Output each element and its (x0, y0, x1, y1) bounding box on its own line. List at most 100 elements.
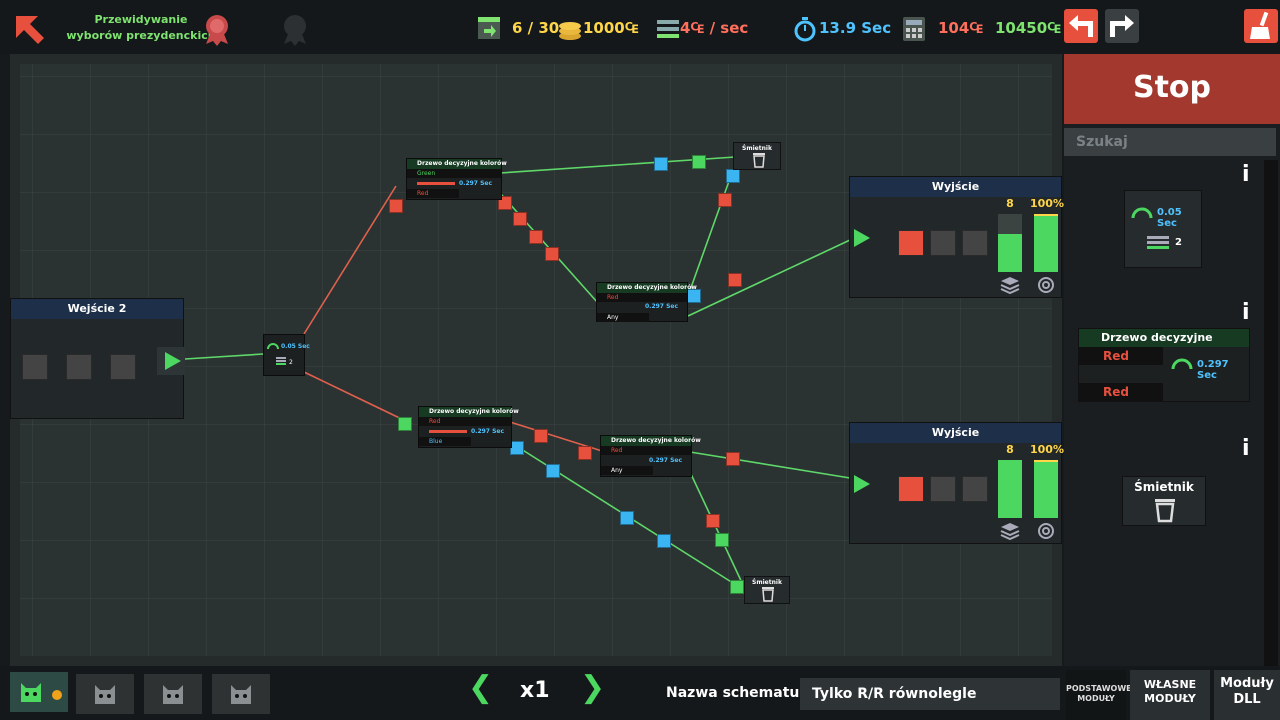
packet-blue (726, 169, 740, 183)
trash-icon (1155, 499, 1175, 523)
calculator-icon (903, 17, 925, 41)
palette-splitter-count: 2 (1175, 237, 1182, 248)
output-fill-bar (998, 214, 1022, 272)
palette-tree[interactable]: Drzewo decyzyjne kolorów Red Red 0.297 S… (1078, 328, 1250, 402)
tree-output-2: Blue (419, 437, 471, 446)
tab-dll-modules[interactable]: Moduły DLL (1214, 670, 1280, 720)
stack-icon (1147, 236, 1169, 249)
award-rosette-icon (206, 15, 228, 46)
trash-node-bottom[interactable]: Śmietnik (744, 576, 790, 604)
output-count: 8 (1006, 443, 1014, 456)
tree-node-top-left[interactable]: Drzewo decyzyjne kolorów Green Red 0.297… (406, 158, 507, 200)
output-node-bottom[interactable]: Wyjście 8 100% (849, 422, 1064, 544)
robot-cat-icon (95, 685, 115, 704)
input-node-title: Wejście 2 (11, 299, 183, 319)
module-count: 6 / 30 (512, 19, 560, 37)
active-dot-icon (52, 690, 62, 700)
tree-node-bottom-left[interactable]: Drzewo decyzyjne kolorów Red Blue 0.297 … (418, 406, 519, 448)
speed-increase-button[interactable]: ❯ (580, 670, 605, 705)
locked-award-icon (284, 15, 306, 46)
palette-splitter-speed: 0.05 Sec (1157, 207, 1182, 229)
schema-name-input[interactable]: Tylko R/R równolegle (800, 678, 1060, 710)
speed-decrease-button[interactable]: ❮ (468, 670, 493, 705)
trash-icon (762, 587, 774, 602)
info-icon[interactable]: i (1242, 300, 1250, 325)
target-icon (1038, 523, 1054, 539)
total-value: 10450₠ (995, 19, 1062, 37)
back-arrow-icon[interactable] (12, 12, 46, 46)
tree-node-title: Drzewo decyzyjne kolorów (419, 407, 519, 417)
packet-green (692, 155, 706, 169)
undo-button[interactable] (1064, 9, 1098, 43)
input-node[interactable]: Wejście 2 (10, 298, 185, 419)
stopwatch-icon (794, 17, 816, 42)
search-input[interactable]: Szukaj (1064, 128, 1276, 156)
tab-custom-modules[interactable]: WŁASNE MODUŁY (1130, 670, 1210, 720)
palette-tree-out1: Red (1079, 347, 1163, 365)
schema-slot-4[interactable] (212, 674, 270, 714)
packet-blue (657, 534, 671, 548)
splitter-count: 2 (289, 359, 293, 366)
tab-basic-modules[interactable]: PODSTAWOWE MODUŁY (1066, 670, 1132, 720)
input-port-arrow-icon[interactable] (854, 475, 870, 493)
palette-trash-title: Śmietnik (1134, 480, 1194, 494)
tree-speed: 0.297 Sec (649, 457, 683, 464)
info-icon[interactable]: i (1242, 162, 1250, 187)
palette-tree-speed: 0.297 Sec (1197, 359, 1229, 381)
tree-node-bottom-right[interactable]: Drzewo decyzyjne kolorów Red Any 0.297 S… (600, 435, 701, 477)
packet-red (578, 446, 592, 460)
tree-output-1: Green (407, 169, 501, 178)
robot-cat-icon (231, 685, 251, 704)
palette-scrollbar[interactable] (1264, 160, 1278, 666)
robot-cat-icon (21, 683, 41, 702)
cost-rate: 4₠ / sec (680, 19, 749, 37)
packet-blue (620, 511, 634, 525)
trash-node-top[interactable]: Śmietnik (733, 142, 781, 170)
tree-node-title: Drzewo decyzyjne kolorów (597, 283, 697, 293)
palette-trash[interactable]: Śmietnik (1122, 476, 1206, 526)
packet-green (398, 417, 412, 431)
tree-output-2: Any (597, 313, 649, 322)
output-port-arrow-icon[interactable] (165, 352, 181, 370)
tree-output-1: Red (419, 417, 511, 426)
schema-slot-3[interactable] (144, 674, 202, 714)
output-slot-filled (898, 230, 924, 256)
tree-output-1: Red (601, 446, 691, 455)
packet-blue (510, 441, 524, 455)
output-slot (962, 476, 988, 502)
output-slot (930, 476, 956, 502)
output-slot (930, 230, 956, 256)
time-value: 13.9 Sec (819, 19, 892, 37)
input-slot (110, 354, 136, 380)
schema-slot-2[interactable] (76, 674, 134, 714)
packet-red (513, 212, 527, 226)
trash-title: Śmietnik (742, 145, 772, 152)
output-percent: 100% (1030, 443, 1064, 456)
splitter-node[interactable]: 0.05 Sec 2 (263, 334, 310, 376)
tree-output-1: Red (597, 293, 687, 302)
target-icon (1038, 277, 1054, 293)
tree-speed: 0.297 Sec (471, 428, 505, 435)
module-count-icon (478, 17, 500, 39)
output-fill-bar (998, 460, 1022, 518)
input-slot (66, 354, 92, 380)
trash-title: Śmietnik (752, 579, 782, 586)
module-palette[interactable]: i 0.05 Sec 2 i Drzewo decyzyjne kolorów … (1066, 160, 1264, 666)
tree-node-top-right[interactable]: Drzewo decyzyjne kolorów Red Any 0.297 S… (596, 282, 697, 322)
tree-node-title: Drzewo decyzyjne kolorów (601, 436, 701, 446)
packet-red (706, 514, 720, 528)
coins-value: 1000₠ (583, 19, 639, 37)
simulation-speed: x1 (520, 678, 550, 703)
schema-slot-1[interactable] (10, 672, 68, 712)
output-node-title: Wyjście (850, 177, 1061, 197)
packet-red (529, 230, 543, 244)
redo-button[interactable] (1105, 9, 1139, 43)
stop-button[interactable]: Stop (1064, 54, 1280, 124)
clear-board-button[interactable] (1244, 9, 1278, 43)
output-node-title: Wyjście (850, 423, 1061, 443)
info-icon[interactable]: i (1242, 436, 1250, 461)
input-port-arrow-icon[interactable] (854, 229, 870, 247)
palette-splitter[interactable]: 0.05 Sec 2 (1124, 190, 1202, 268)
output-node-top[interactable]: Wyjście 8 100% (849, 176, 1064, 298)
undo-icon (1069, 15, 1093, 37)
